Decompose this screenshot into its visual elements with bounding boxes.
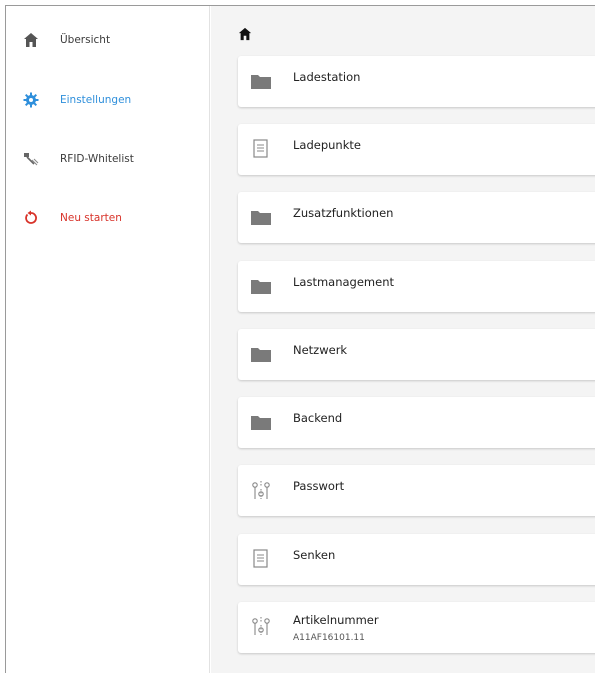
settings-item-passwort[interactable]: Passwort xyxy=(238,465,595,516)
sidebar-item-label: Einstellungen xyxy=(60,94,132,106)
sidebar-item-einstellungen[interactable]: Einstellungen xyxy=(6,85,210,115)
sidebar-item-label: RFID-Whitelist xyxy=(60,153,134,165)
settings-item-senken[interactable]: Senken xyxy=(238,534,595,585)
sidebar: Übersicht Einstellungen RFID-Whitelist N… xyxy=(6,6,210,673)
document-icon xyxy=(250,139,272,159)
settings-item-title: Netzwerk xyxy=(293,343,348,357)
folder-icon xyxy=(250,207,272,227)
rfid-tag-icon xyxy=(23,151,39,167)
home-icon xyxy=(23,32,39,48)
sliders-icon xyxy=(250,616,272,636)
settings-item-lastmanagement[interactable]: Lastmanagement xyxy=(238,261,595,312)
settings-item-title: Zusatzfunktionen xyxy=(293,206,394,220)
settings-item-artikelnummer[interactable]: Artikelnummer A11AF16101.11 xyxy=(238,602,595,653)
settings-item-backend[interactable]: Backend xyxy=(238,397,595,448)
folder-icon xyxy=(250,344,272,364)
settings-item-title: Artikelnummer xyxy=(293,613,379,627)
settings-item-zusatzfunktionen[interactable]: Zusatzfunktionen xyxy=(238,192,595,243)
settings-item-title: Ladestation xyxy=(293,70,361,84)
sidebar-item-rfid-whitelist[interactable]: RFID-Whitelist xyxy=(6,144,210,174)
article-number-value: A11AF16101.11 xyxy=(293,633,365,643)
settings-item-title: Senken xyxy=(293,548,336,562)
gear-icon xyxy=(23,92,39,108)
breadcrumb-home-icon[interactable] xyxy=(238,26,252,41)
folder-icon xyxy=(250,276,272,296)
settings-item-title: Ladepunkte xyxy=(293,138,361,152)
sidebar-item-label: Neu starten xyxy=(60,212,122,224)
restart-icon xyxy=(23,210,39,226)
settings-panel: Ladestation Ladepunkte Zusatzfunktionen … xyxy=(211,6,595,673)
folder-icon xyxy=(250,412,272,432)
settings-item-ladestation[interactable]: Ladestation xyxy=(238,56,595,107)
sidebar-item-label: Übersicht xyxy=(60,34,111,46)
settings-item-title: Passwort xyxy=(293,479,345,493)
document-icon xyxy=(250,549,272,569)
settings-item-netzwerk[interactable]: Netzwerk xyxy=(238,329,595,380)
sidebar-item-neu-starten[interactable]: Neu starten xyxy=(6,203,210,233)
settings-item-ladepunkte[interactable]: Ladepunkte xyxy=(238,124,595,175)
settings-item-title: Backend xyxy=(293,411,343,425)
sidebar-item-uebersicht[interactable]: Übersicht xyxy=(6,25,210,55)
sliders-icon xyxy=(250,480,272,500)
settings-item-title: Lastmanagement xyxy=(293,275,394,289)
folder-icon xyxy=(250,71,272,91)
